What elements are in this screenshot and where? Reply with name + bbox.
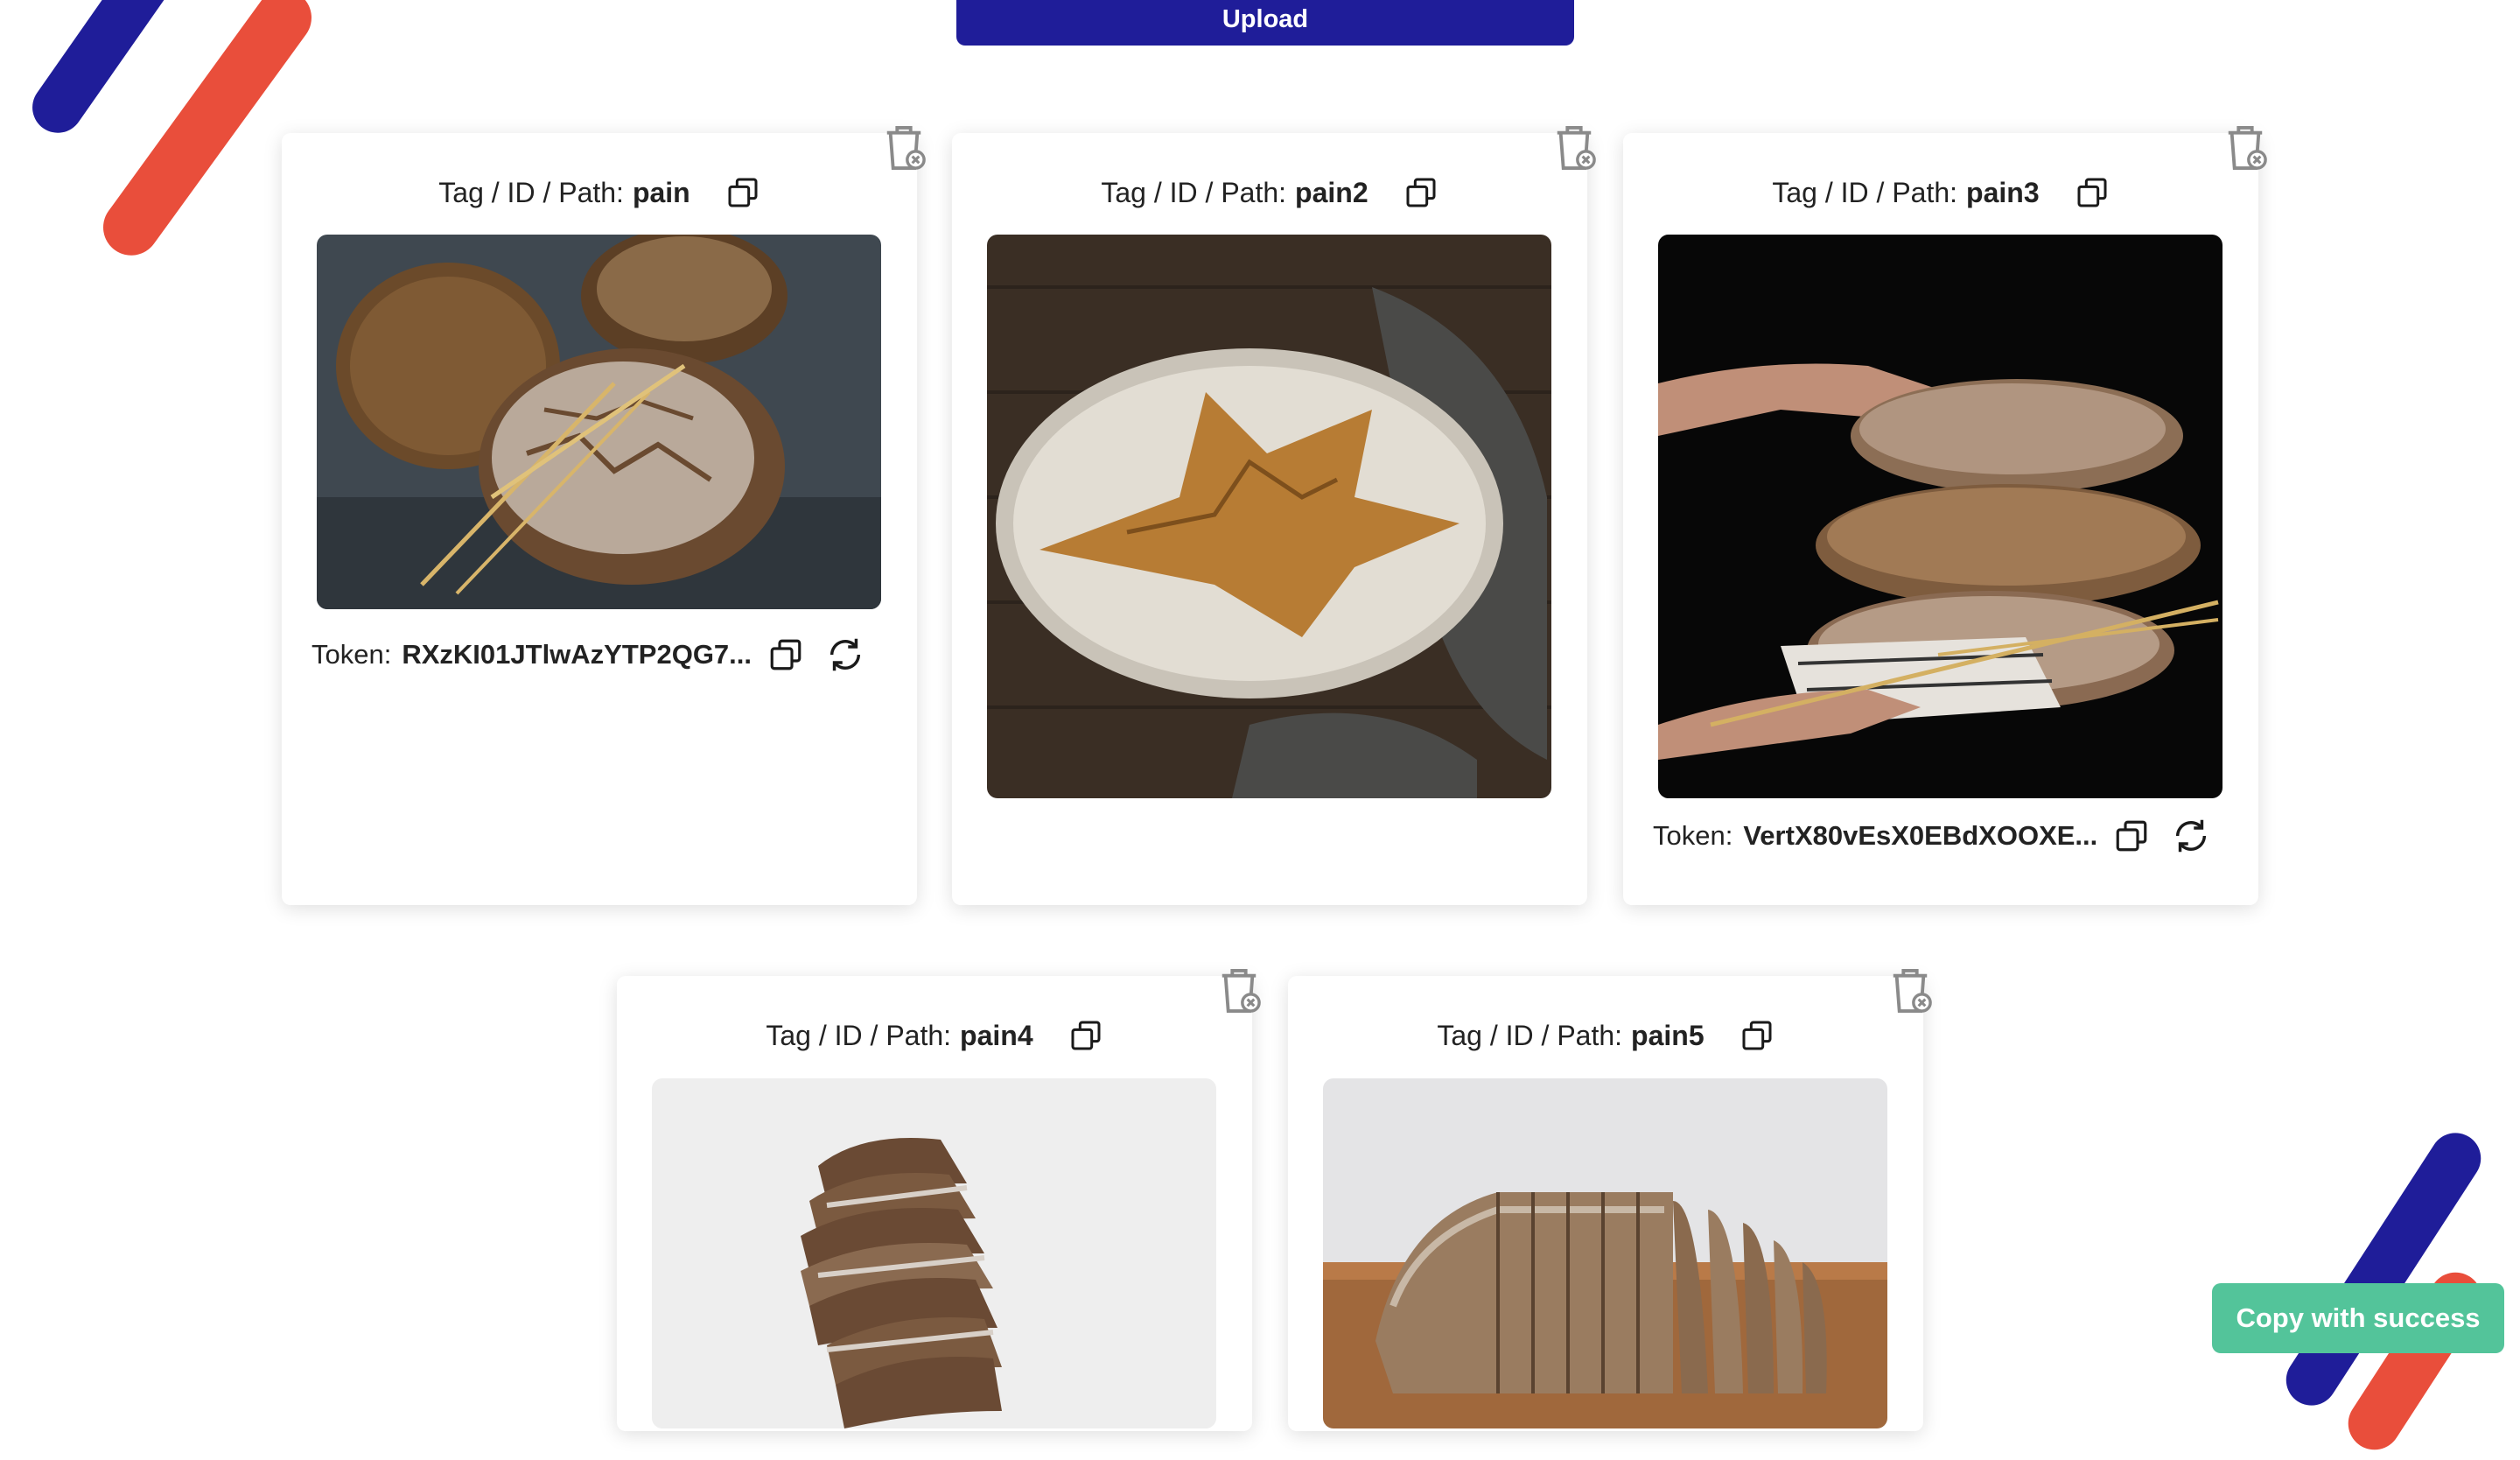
image-card-pain2: Tag / ID / Path: pain2 <box>952 133 1587 905</box>
copy-icon[interactable] <box>1740 1018 1774 1053</box>
token-row: Token: RXzKI01JTlwAzYTP2QG7... <box>312 630 891 679</box>
copy-icon[interactable] <box>1068 1018 1103 1053</box>
tag-path-label: Tag / ID / Path: <box>1772 176 1958 208</box>
token-label: Token: <box>312 639 392 670</box>
tag-path-value: pain2 <box>1295 176 1368 208</box>
refresh-icon[interactable] <box>2171 816 2211 856</box>
copy-icon[interactable] <box>2075 175 2110 210</box>
round-sourdough-loaf-photo <box>987 235 1551 798</box>
tag-path-value: pain <box>632 176 690 208</box>
image-card-pain: Tag / ID / Path: pain Token: RXzKI01JTlw… <box>282 133 917 905</box>
tag-path-row: Tag / ID / Path: pain3 <box>1623 166 2258 219</box>
tag-path-row: Tag / ID / Path: pain2 <box>952 166 1587 219</box>
decorative-stripe-blue-top <box>22 0 195 144</box>
tag-path-row: Tag / ID / Path: pain4 <box>617 1009 1252 1062</box>
sliced-loaf-on-board-photo <box>1323 1078 1887 1428</box>
tag-path-label: Tag / ID / Path: <box>1101 176 1287 208</box>
tag-path-label: Tag / ID / Path: <box>438 176 624 208</box>
image-card-pain5: Tag / ID / Path: pain5 <box>1288 976 1923 1431</box>
hands-holding-stacked-loaves-photo <box>1658 235 2222 798</box>
token-value: VertX80vEsX0EBdXOOXE... <box>1743 820 2098 851</box>
tag-path-label: Tag / ID / Path: <box>766 1019 952 1051</box>
copy-icon[interactable] <box>1404 175 1438 210</box>
tag-path-value: pain4 <box>960 1019 1033 1051</box>
bread-loaves-with-wheat-photo <box>317 235 881 609</box>
token-value: RXzKI01JTlwAzYTP2QG7... <box>402 639 752 670</box>
token-row: Token: VertX80vEsX0EBdXOOXE... <box>1653 811 2232 860</box>
success-toast: Copy with success <box>2212 1283 2504 1353</box>
tag-path-row: Tag / ID / Path: pain <box>282 166 917 219</box>
image-card-pain4: Tag / ID / Path: pain4 <box>617 976 1252 1431</box>
token-label: Token: <box>1653 820 1733 851</box>
refresh-icon[interactable] <box>825 635 865 675</box>
upload-button[interactable]: Upload <box>956 0 1574 46</box>
tag-path-value: pain5 <box>1631 1019 1704 1051</box>
copy-icon[interactable] <box>767 636 804 673</box>
tag-path-value: pain3 <box>1966 176 2040 208</box>
tag-path-label: Tag / ID / Path: <box>1437 1019 1623 1051</box>
image-card-pain3: Tag / ID / Path: pain3 Token: VertX80vEs… <box>1623 133 2258 905</box>
sliced-rye-bread-photo <box>652 1078 1216 1428</box>
tag-path-row: Tag / ID / Path: pain5 <box>1288 1009 1923 1062</box>
copy-icon[interactable] <box>725 175 760 210</box>
copy-icon[interactable] <box>2113 818 2150 854</box>
